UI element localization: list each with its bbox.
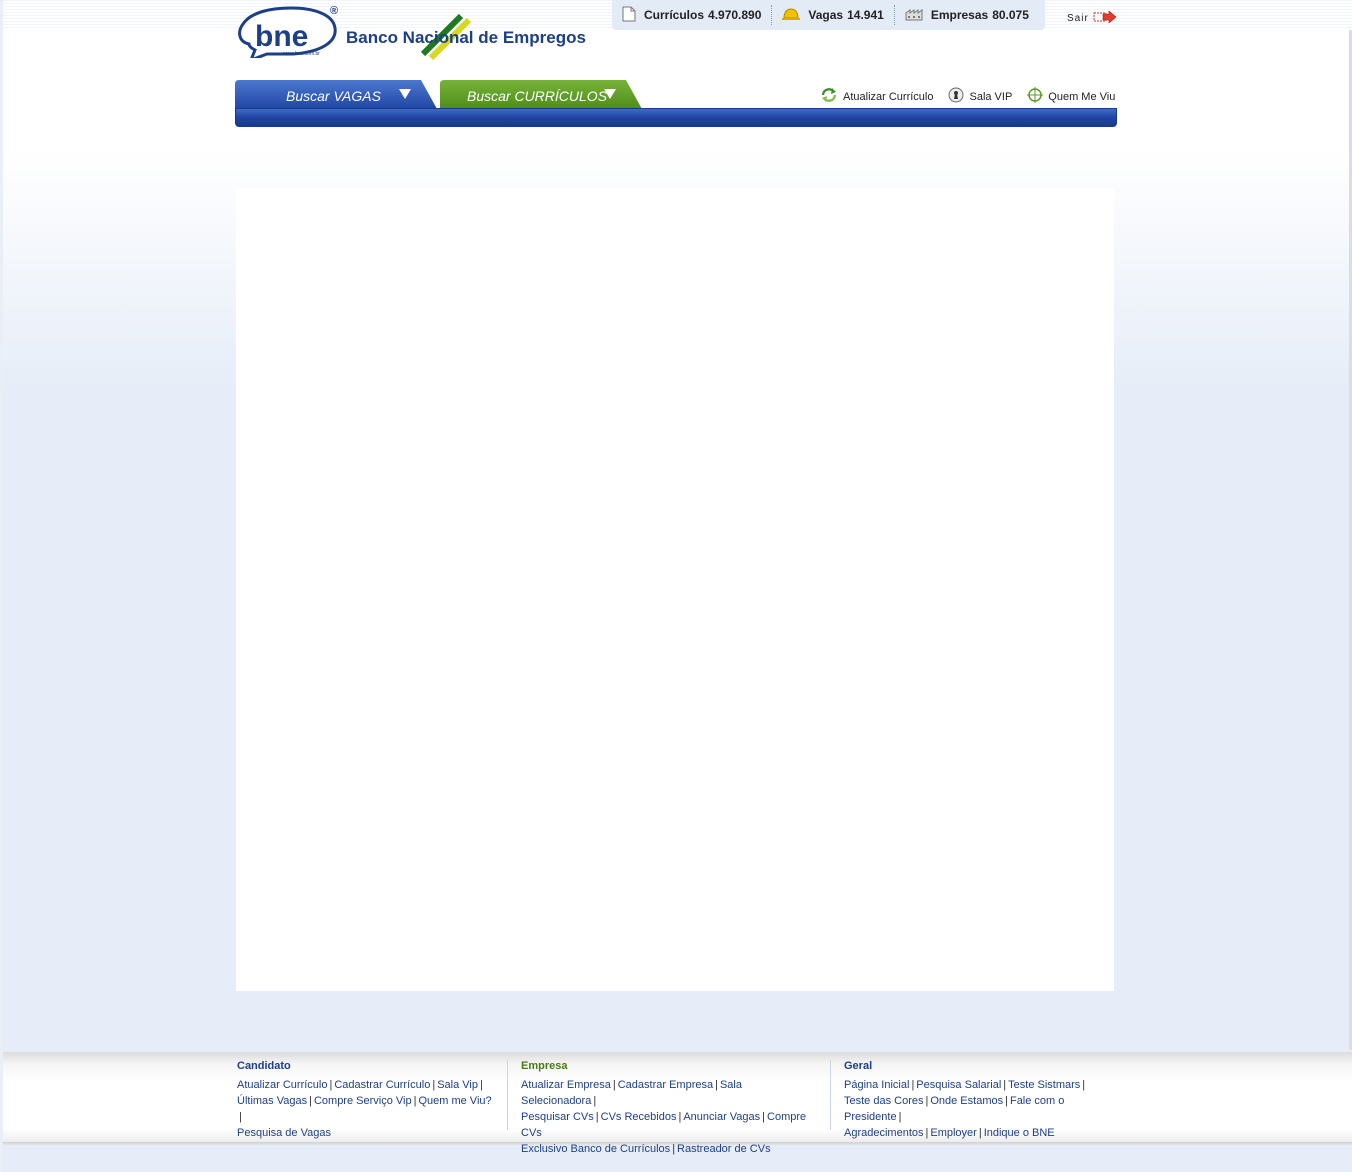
logo-mark-text: bne	[255, 20, 308, 53]
footer-column-empresa: Empresa Atualizar Empresa | Cadastrar Empr…	[521, 1059, 821, 1157]
quick-link-label: Sala VIP	[969, 90, 1013, 103]
tab-label: Buscar CURRÍCULOS	[467, 88, 608, 104]
logout-button[interactable]: Sair	[1067, 10, 1117, 27]
stat-value: 4.970.890	[708, 8, 762, 22]
footer-link[interactable]: Pesquisa de Vagas	[237, 1127, 331, 1139]
bne-bubble-icon: bne www.bne.com.br	[238, 6, 337, 58]
quick-link-label: Atualizar Currículo	[843, 90, 934, 103]
exit-arrow-icon	[1093, 10, 1117, 27]
footer-link[interactable]: Employer	[930, 1127, 976, 1139]
footer-link[interactable]: Onde Estamos	[930, 1095, 1003, 1107]
keyhole-icon	[948, 87, 964, 106]
link-atualizar-curriculo[interactable]: Atualizar Currículo	[820, 87, 933, 106]
link-quem-me-viu[interactable]: Quem Me Viu	[1027, 87, 1115, 106]
stat-value: 14.941	[847, 8, 884, 22]
footer-link[interactable]: CVs Recebidos	[601, 1111, 677, 1123]
logo-url-text: www.bne.com.br	[283, 51, 320, 57]
stats-bar: Currículos 4.970.890 Vagas 14.941 Empres…	[612, 0, 1045, 30]
footer-link[interactable]: Compre Serviço Vip	[314, 1095, 412, 1107]
hard-hat-icon	[782, 7, 801, 24]
quick-link-label: Quem Me Viu	[1048, 90, 1116, 103]
footer-link[interactable]: Pesquisar CVs	[521, 1111, 594, 1123]
footer-link[interactable]: Pesquisa Salarial	[916, 1079, 1001, 1091]
stat-vagas: Vagas 14.941	[771, 5, 893, 25]
document-icon	[622, 6, 636, 25]
refresh-icon	[820, 87, 838, 106]
footer-link[interactable]: Atualizar Empresa	[521, 1079, 611, 1091]
stat-label: Currículos	[644, 8, 705, 22]
tab-buscar-curriculos[interactable]: Buscar CURRÍCULOS	[440, 80, 642, 109]
footer-divider	[830, 1060, 831, 1130]
footer-link[interactable]: Atualizar Currículo	[237, 1079, 327, 1091]
stat-empresas: Empresas 80.075	[893, 5, 1039, 25]
crosshair-icon	[1027, 87, 1044, 106]
footer-links: Atualizar Empresa | Cadastrar Empresa | Sala…	[521, 1079, 807, 1155]
footer-link[interactable]: Anunciar Vagas	[683, 1111, 760, 1123]
brand-name: Banco Nacional de Empregos	[346, 28, 586, 47]
stat-label: Vagas	[808, 8, 844, 22]
tab-buscar-vagas[interactable]: Buscar VAGAS	[235, 80, 437, 109]
logout-label: Sair	[1067, 13, 1089, 24]
footer-divider	[507, 1060, 508, 1130]
footer-links: Atualizar Currículo | Cadastrar Currículo |…	[237, 1079, 492, 1139]
stat-label: Empresas	[930, 8, 989, 22]
main-content	[236, 188, 1114, 991]
footer-link[interactable]: Cadastrar Currículo	[334, 1079, 430, 1091]
footer-link[interactable]: Teste Sistmars	[1008, 1079, 1080, 1091]
building-icon	[905, 7, 923, 24]
footer-link[interactable]: Cadastrar Empresa	[618, 1079, 713, 1091]
footer-link[interactable]: Rastreador de CVs	[677, 1143, 771, 1155]
registered-mark: ®	[330, 5, 339, 17]
footer-links: Página Inicial | Pesquisa Salarial | Teste S…	[844, 1079, 1086, 1139]
footer-link[interactable]: Agradecimentos	[844, 1127, 924, 1139]
chevron-down-icon	[604, 89, 616, 99]
quick-links: Atualizar Currículo Sala VIP Quem Me Viu	[820, 87, 1115, 106]
chevron-down-icon	[399, 89, 411, 99]
footer-link[interactable]: Exclusivo Banco de Currículos	[521, 1143, 670, 1155]
footer-link[interactable]: Página Inicial	[844, 1079, 909, 1091]
bne-logo[interactable]: bne www.bne.com.br ® Banco Nacional de E…	[235, 4, 595, 60]
footer-column-candidato: Candidato Atualizar Currículo | Cadastrar …	[237, 1059, 497, 1141]
footer-link[interactable]: Indique o BNE	[984, 1127, 1055, 1139]
link-sala-vip[interactable]: Sala VIP	[948, 87, 1012, 106]
footer-link[interactable]: Quem me Viu?	[418, 1095, 491, 1107]
nav-bar	[235, 108, 1117, 127]
footer-column-title: Geral	[844, 1060, 873, 1072]
footer-column-title: Empresa	[521, 1060, 568, 1072]
stat-curriculos: Currículos 4.970.890	[612, 5, 771, 25]
footer-link[interactable]: Sala Vip	[437, 1079, 478, 1091]
footer-column-geral: Geral Página Inicial | Pesquisa Salarial | T…	[844, 1059, 1119, 1141]
footer-column-title: Candidato	[237, 1060, 291, 1072]
footer-link[interactable]: Teste das Cores	[844, 1095, 923, 1107]
footer-link[interactable]: Últimas Vagas	[237, 1095, 307, 1107]
tab-label: Buscar VAGAS	[286, 88, 381, 104]
stat-value: 80.075	[992, 8, 1029, 22]
